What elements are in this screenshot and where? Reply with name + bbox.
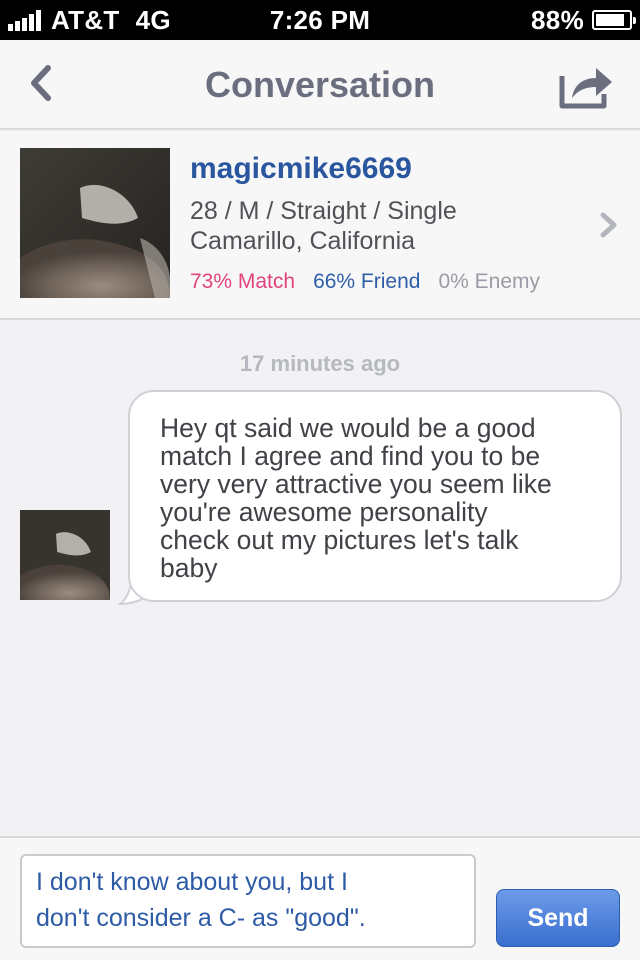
friend-percentage: 66% Friend [313, 270, 421, 293]
match-percentage: 73% Match [190, 270, 296, 293]
message-composer: I don't know about you, but I don't cons… [0, 836, 640, 960]
message-input[interactable]: I don't know about you, but I don't cons… [20, 854, 476, 948]
profile-username[interactable]: magicmike6669 [190, 152, 412, 186]
profile-stats: 73% Match 66% Friend 0% Enemy [190, 270, 540, 294]
profile-header[interactable]: magicmike6669 28 / M / Straight / Single… [0, 132, 640, 320]
message-text: Hey qt said we would be a good match I a… [160, 414, 596, 582]
enemy-percentage: 0% Enemy [438, 270, 540, 293]
sender-avatar[interactable] [20, 510, 110, 600]
profile-photo[interactable] [20, 148, 170, 298]
draft-line: don't consider a C- as "good". [36, 904, 366, 932]
battery-icon [592, 10, 636, 30]
page-title: Conversation [204, 64, 436, 105]
sender-avatar-image [20, 510, 110, 600]
chevron-right-icon[interactable] [598, 210, 620, 240]
message-line: match I agree and find you to be [160, 441, 541, 471]
message-bubble: Hey qt said we would be a good match I a… [128, 390, 622, 602]
share-button[interactable] [558, 62, 614, 110]
profile-details: 28 / M / Straight / Single Camarillo, Ca… [190, 196, 457, 256]
message-line: you're awesome personality [160, 497, 488, 527]
message-line: check out my pictures let's talk [160, 525, 519, 555]
profile-location: Camarillo, California [190, 227, 416, 255]
message-timestamp: 17 minutes ago [239, 351, 401, 376]
nav-bar: Conversation [0, 40, 640, 130]
profile-demographics: 28 / M / Straight / Single [190, 197, 457, 225]
share-icon [559, 68, 612, 109]
back-button[interactable] [20, 58, 64, 108]
profile-photo-image [20, 148, 170, 298]
draft-line: I don't know about you, but I [36, 868, 348, 896]
status-bar: AT&T 4G 7:26 PM 88% [0, 0, 640, 40]
battery-percent: 88% [531, 4, 584, 35]
message-line: very very attractive you seem like [160, 469, 552, 499]
message-line: Hey qt said we would be a good [160, 413, 536, 443]
message-line: baby [160, 553, 218, 583]
status-right: 88% [531, 4, 636, 36]
chevron-left-icon [31, 65, 51, 101]
battery-level [596, 14, 625, 26]
send-button[interactable]: Send [496, 889, 620, 947]
